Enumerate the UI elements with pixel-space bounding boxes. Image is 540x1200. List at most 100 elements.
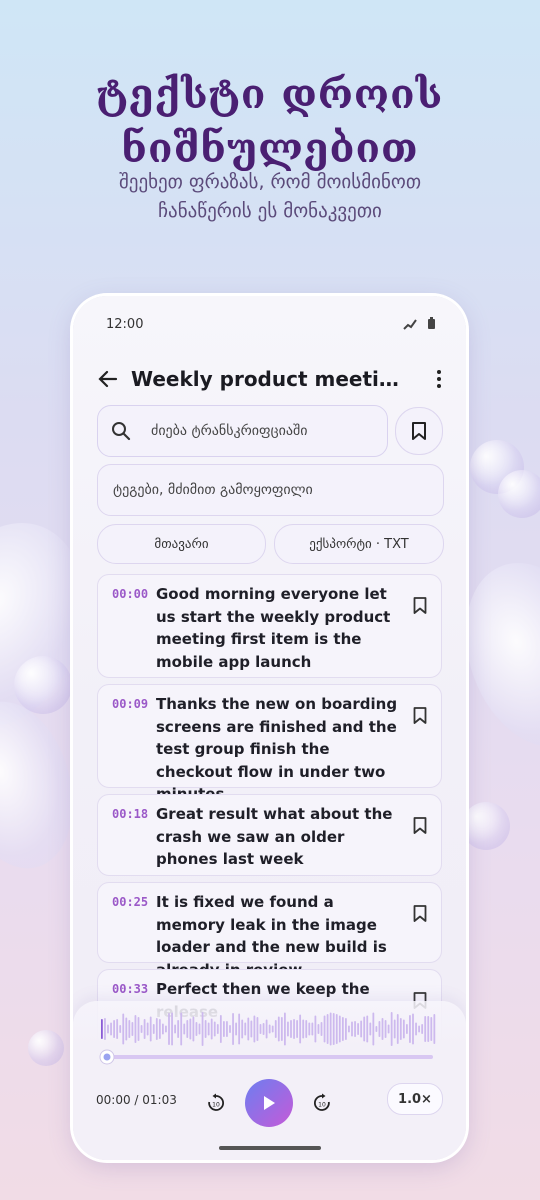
more-vertical-icon[interactable] [436,369,442,389]
waveform-bar [238,1013,241,1045]
waveform-bar [216,1024,219,1034]
segment-timestamp[interactable]: 00:18 [112,807,148,821]
bookmark-icon[interactable] [413,817,427,834]
waveform-bar [149,1016,152,1042]
forward-seconds-label: 10 [318,1102,326,1109]
back-arrow-icon[interactable] [97,368,119,390]
waveform-bar [165,1025,167,1033]
waveform-bar [381,1018,384,1040]
segment-text: Thanks the new on boarding screens are f… [156,695,398,803]
waveform-bar [387,1024,390,1034]
waveform-bar [162,1023,164,1035]
waveform-bar [223,1021,225,1037]
segment-timestamp[interactable]: 00:09 [112,697,148,711]
rewind-seconds-label: 10 [212,1102,220,1109]
waveform-bar [226,1021,228,1037]
decor-bubble [28,1030,64,1066]
waveform-bar [131,1022,134,1036]
waveform-bar [174,1024,176,1034]
waveform-bar [155,1018,158,1040]
play-button[interactable] [245,1079,293,1127]
seek-bar[interactable] [97,1048,437,1066]
segment-timestamp[interactable]: 00:00 [112,587,148,601]
tags-input[interactable]: ტეგები, მძიმით გამოყოფილი [97,464,444,516]
waveform-bar [146,1022,149,1036]
waveform-bar [180,1012,183,1046]
segment-timestamp[interactable]: 00:25 [112,895,148,909]
transcript-segment[interactable]: 00:00 Good morning everyone let us start… [97,574,442,678]
main-button[interactable]: მთავარი [97,524,266,564]
waveform-bar [122,1013,125,1045]
waveform-bar [421,1024,424,1034]
bookmark-icon[interactable] [413,707,427,724]
decor-bubble [14,656,72,714]
waveform-bar [143,1019,146,1039]
app-bar: Weekly product meeting.m... [97,364,442,394]
waveform-bar [232,1013,234,1045]
waveform-bar [308,1022,311,1036]
waveform-bar [415,1022,417,1036]
waveform-bar [332,1013,335,1045]
status-time: 12:00 [106,317,144,332]
waveform-bar [137,1017,140,1041]
waveform-bar [302,1019,305,1039]
recording-title: Weekly product meeting.m... [131,367,411,391]
export-txt-button[interactable]: ექსპორტი · TXT [274,524,444,564]
rewind-10-icon[interactable]: 10 [206,1093,226,1113]
waveform-bar [107,1024,109,1034]
waveform-bar [177,1020,180,1038]
waveform-bar [412,1013,414,1045]
waveform-bar [430,1017,433,1041]
waveform-bar [134,1015,137,1043]
waveform-bar [104,1018,106,1040]
waveform-bar [396,1014,399,1044]
waveform-bar [296,1020,298,1038]
waveform-bar [424,1016,427,1042]
waveform[interactable] [99,1009,439,1049]
waveform-bar [186,1020,189,1038]
waveform-bar [399,1018,402,1040]
playback-speed-button[interactable]: 1.0× [387,1083,443,1115]
waveform-bar [262,1023,265,1035]
waveform-bar [360,1020,363,1038]
hero-title: ტექსტი დროის ნიშნულებით [0,68,540,176]
waveform-bar [271,1025,274,1033]
home-indicator [219,1146,321,1150]
waveform-bar [128,1020,131,1038]
waveform-bar [341,1017,344,1041]
waveform-bar [378,1021,381,1037]
segment-text: Good morning everyone let us start the w… [156,585,391,671]
network-icon [403,318,417,330]
waveform-bar [406,1024,408,1034]
waveform-bar [375,1026,378,1032]
play-icon [264,1096,275,1110]
decor-bubble [462,802,510,850]
waveform-bar [345,1018,347,1040]
segment-timestamp[interactable]: 00:33 [112,982,148,996]
waveform-bar [244,1022,247,1036]
hero-subtitle-line-1: შეეხეთ ფრაზას, რომ მოისმინოთ [118,171,422,193]
bookmarks-button[interactable] [395,407,443,455]
waveform-bar [210,1018,213,1040]
transcript-segment[interactable]: 00:18 Great result what about the crash … [97,794,442,876]
bookmark-icon [412,422,426,440]
waveform-bar [314,1015,317,1043]
waveform-bar [219,1015,222,1043]
search-icon [112,422,131,441]
search-placeholder: ძიება ტრანსკრიფციაში [151,423,308,439]
transcript-segment[interactable]: 00:25 It is fixed we found a memory leak… [97,882,442,979]
transcript-segment[interactable]: 00:09 Thanks the new on boarding screens… [97,684,442,803]
bookmark-icon[interactable] [413,905,427,922]
forward-10-icon[interactable]: 10 [312,1093,332,1113]
waveform-bar [363,1016,366,1042]
bookmark-icon[interactable] [413,597,427,614]
waveform-bar [390,1012,393,1046]
waveform-bar [329,1012,332,1046]
waveform-bar [116,1019,119,1039]
seek-track [101,1055,433,1059]
waveform-bar [256,1017,259,1041]
waveform-bar [195,1022,198,1036]
search-input[interactable]: ძიება ტრანსკრიფციაში [97,405,388,457]
waveform-bar [299,1014,302,1044]
waveform-bar [287,1021,289,1037]
